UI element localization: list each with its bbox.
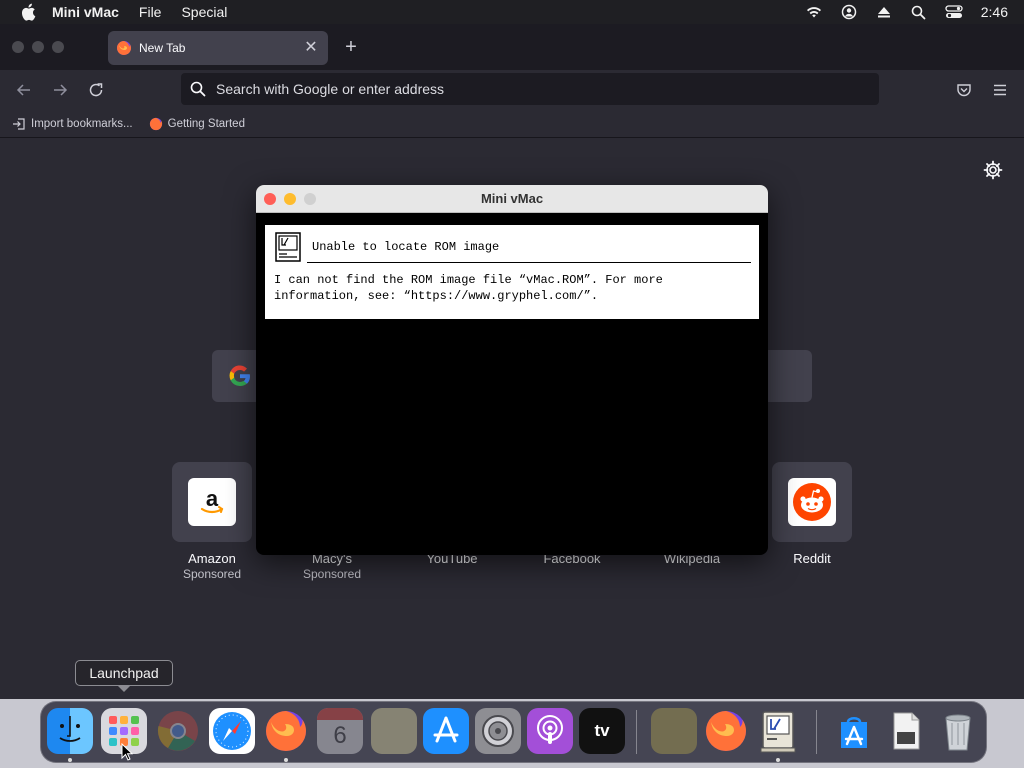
control-center-icon[interactable] (943, 3, 965, 21)
running-indicator (284, 758, 288, 762)
firefox-icon (149, 117, 162, 130)
window-minimize-button[interactable] (284, 193, 296, 205)
bookmark-label: Getting Started (167, 117, 245, 130)
mini-vmac-icon[interactable] (755, 708, 801, 754)
close-icon[interactable]: ✕ (302, 39, 320, 57)
forward-arrow-icon[interactable] (48, 78, 72, 102)
tab-title: New Tab (139, 41, 186, 55)
dock: 6 tv (40, 701, 987, 763)
bookmark-import[interactable]: Import bookmarks... (12, 117, 133, 131)
site-tile: a (172, 462, 252, 542)
running-indicator (776, 758, 780, 762)
mouse-cursor-icon (121, 743, 133, 761)
gear-icon[interactable] (982, 159, 1004, 181)
launchpad-tooltip: Launchpad (75, 660, 173, 692)
trash-icon[interactable] (935, 708, 981, 754)
tooltip-tail (118, 686, 130, 692)
menu-app-name[interactable]: Mini vMac (52, 4, 119, 20)
calendar-icon[interactable]: 6 (317, 708, 363, 754)
eject-icon[interactable] (873, 3, 895, 21)
google-logo-icon (229, 365, 250, 387)
firefox-icon (117, 41, 131, 55)
firefox-icon[interactable] (703, 708, 749, 754)
top-site-reddit[interactable]: Reddit (772, 462, 852, 567)
back-arrow-icon[interactable] (12, 78, 36, 102)
svg-text:a: a (206, 486, 219, 511)
navigation-toolbar: Search with Google or enter address (0, 70, 1024, 110)
reddit-icon (788, 478, 836, 526)
menu-bar-clock[interactable]: 2:46 (981, 4, 1008, 20)
plus-icon[interactable]: + (340, 36, 362, 58)
user-icon[interactable] (838, 3, 860, 21)
site-tile (772, 462, 852, 542)
notes-icon[interactable] (371, 708, 417, 754)
apple-tv-icon[interactable]: tv (579, 708, 625, 754)
finder-icon[interactable] (47, 708, 93, 754)
safari-icon[interactable] (209, 708, 255, 754)
alert-message: I can not find the ROM image file “vMac.… (274, 273, 663, 303)
firefox-icon[interactable] (263, 708, 309, 754)
window-minimize-button[interactable] (32, 41, 44, 53)
tab-new-tab[interactable]: New Tab ✕ (108, 31, 328, 65)
mini-vmac-titlebar[interactable]: Mini vMac (256, 185, 768, 213)
window-title: Mini vMac (480, 191, 544, 206)
address-bar-placeholder: Search with Google or enter address (216, 81, 445, 97)
reload-icon[interactable] (84, 78, 108, 102)
menu-bar: Mini vMac File Special 2:46 (0, 0, 1024, 24)
podcasts-icon[interactable] (527, 708, 573, 754)
tab-strip: New Tab ✕ + (0, 24, 1024, 70)
address-bar[interactable]: Search with Google or enter address (181, 73, 879, 105)
site-label: Amazon (188, 551, 236, 566)
rom-error-alert: Unable to locate ROM image I can not fin… (265, 225, 759, 319)
hamburger-menu-icon[interactable] (988, 78, 1012, 102)
site-label: Reddit (793, 551, 831, 566)
tooltip-text: Launchpad (89, 665, 159, 681)
bookmark-getting-started[interactable]: Getting Started (149, 117, 245, 131)
alert-title: Unable to locate ROM image (312, 240, 500, 254)
menu-file[interactable]: File (139, 4, 162, 20)
bookmarks-toolbar: Import bookmarks... Getting Started (0, 110, 1024, 138)
folder-icon[interactable] (651, 708, 697, 754)
site-sponsor: Sponsored (302, 567, 362, 581)
import-icon (13, 117, 25, 130)
amazon-icon: a (188, 478, 236, 526)
site-sponsor: Sponsored (182, 567, 242, 581)
search-icon (190, 81, 206, 97)
top-site-amazon[interactable]: a Amazon Sponsored (172, 462, 252, 582)
pocket-icon[interactable] (952, 78, 976, 102)
bookmark-label: Import bookmarks... (31, 117, 133, 130)
document-icon[interactable] (883, 708, 929, 754)
mini-vmac-window: Mini vMac Unable to locate ROM image I c… (256, 185, 768, 555)
apple-tv-label: tv (594, 721, 610, 740)
window-close-button[interactable] (12, 41, 24, 53)
running-indicator (68, 758, 72, 762)
classic-mac-icon (275, 232, 301, 262)
app-store-icon[interactable] (423, 708, 469, 754)
dock-separator (816, 710, 817, 754)
window-zoom-button[interactable] (304, 193, 316, 205)
dock-separator (636, 710, 637, 754)
system-preferences-icon[interactable] (475, 708, 521, 754)
apple-logo-icon[interactable] (18, 2, 38, 22)
wifi-icon[interactable] (803, 3, 825, 21)
chrome-icon[interactable] (155, 708, 201, 754)
calendar-day: 6 (333, 722, 347, 749)
alert-divider (307, 262, 751, 263)
window-zoom-button[interactable] (52, 41, 64, 53)
menu-special[interactable]: Special (181, 4, 227, 20)
spotlight-search-icon[interactable] (908, 3, 930, 21)
window-close-button[interactable] (264, 193, 276, 205)
app-store-downloads-icon[interactable] (831, 708, 877, 754)
